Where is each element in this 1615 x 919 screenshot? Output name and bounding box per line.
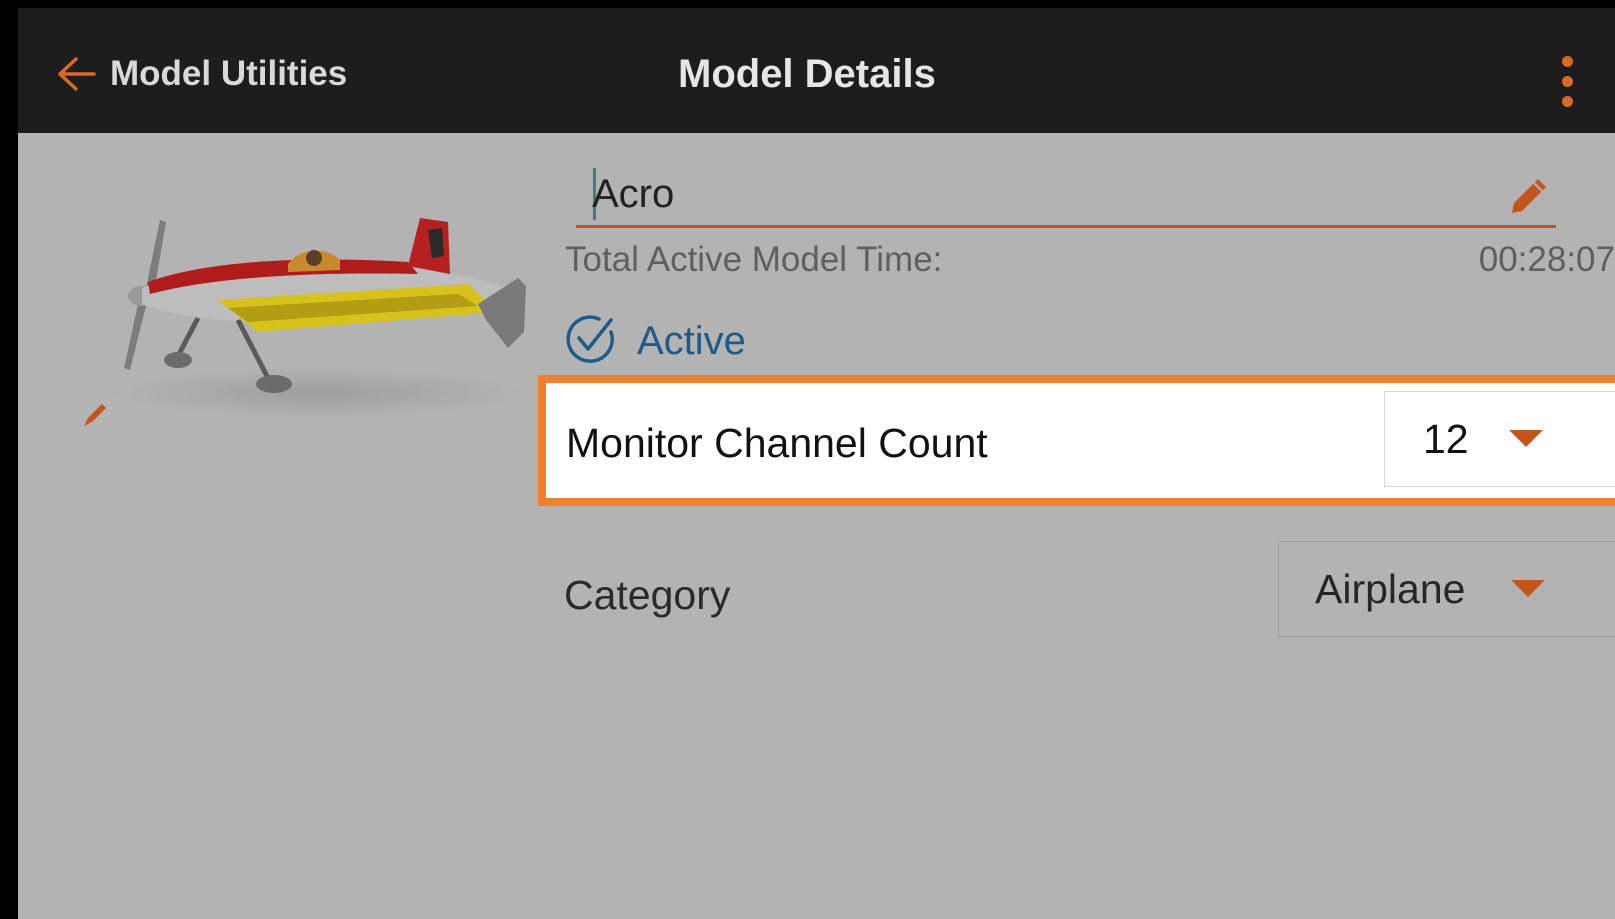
model-thumbnail	[78, 208, 538, 438]
total-time-label: Total Active Model Time:	[565, 240, 943, 279]
category-value: Airplane	[1315, 566, 1466, 612]
active-label: Active	[637, 318, 746, 363]
check-circle-icon	[563, 312, 617, 371]
model-name-value: Acro	[592, 172, 675, 216]
airplane-image	[108, 218, 528, 419]
active-checkbox[interactable]: Active	[563, 311, 746, 371]
back-label: Model Utilities	[110, 54, 348, 93]
back-arrow-icon	[56, 56, 96, 92]
page-title: Model Details	[678, 52, 936, 96]
dropdown-arrow-icon	[1509, 430, 1543, 447]
monitor-channel-count-dropdown[interactable]: 12	[1384, 391, 1615, 487]
dropdown-arrow-icon	[1511, 580, 1545, 597]
top-app-bar: Model Utilities Model Details	[18, 8, 1615, 133]
back-button[interactable]: Model Utilities	[56, 46, 347, 102]
model-name-field[interactable]: Acro	[576, 163, 1556, 228]
monitor-channel-count-label: Monitor Channel Count	[566, 420, 988, 466]
pencil-icon[interactable]	[1506, 173, 1550, 217]
monitor-channel-count-row: Monitor Channel Count 12	[538, 375, 1615, 506]
more-vert-icon[interactable]	[1558, 50, 1598, 110]
category-dropdown[interactable]: Airplane	[1278, 541, 1615, 637]
thumbnail-edit-icon[interactable]	[78, 398, 112, 432]
model-details-screen: Model Utilities Model Details Acro Total…	[18, 8, 1615, 919]
total-time-value: 00:28:07	[1478, 240, 1615, 279]
monitor-channel-count-value: 12	[1423, 416, 1469, 462]
category-label: Category	[564, 572, 731, 618]
